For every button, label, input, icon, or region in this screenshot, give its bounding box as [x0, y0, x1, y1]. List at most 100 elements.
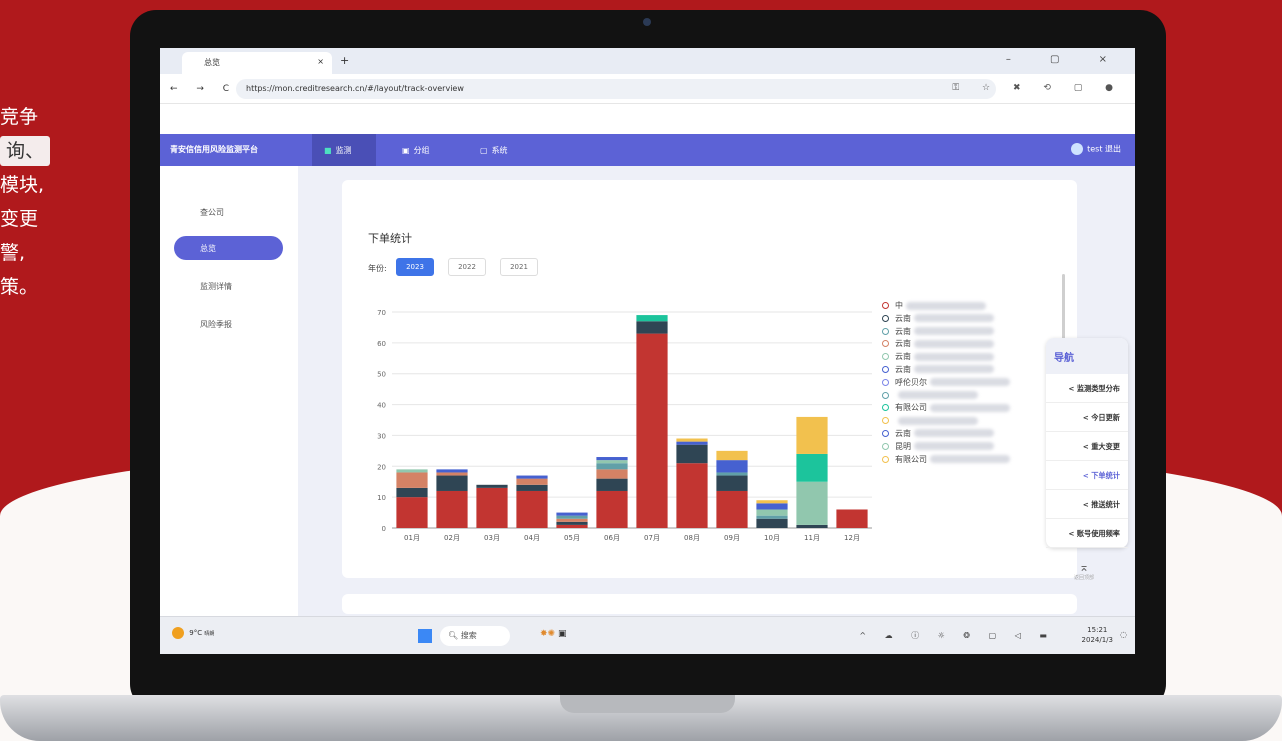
guide-panel: 导航 < 监测类型分布 < 今日更新 < 重大变更 < 下单统计 < 推送统计 … [1046, 338, 1128, 548]
redacted-text [914, 327, 994, 336]
y-tick-label: 30 [377, 432, 386, 440]
nav-system[interactable]: ▢ 系统 [468, 134, 520, 166]
browser-tab[interactable]: 总览 × [182, 52, 332, 74]
bar-segment [836, 509, 868, 528]
bar-segment [436, 472, 468, 476]
legend-item[interactable]: 有限公司 [882, 454, 1010, 467]
back-to-top-button[interactable]: ⌅ 返回顶部 [1064, 560, 1104, 581]
legend-circle-icon [882, 340, 889, 348]
y-tick-label: 40 [377, 402, 386, 410]
legend-label: 云南 [895, 352, 911, 362]
redacted-text [914, 339, 994, 348]
legend-item[interactable]: 中 [882, 300, 1010, 313]
bar-segment [716, 450, 748, 461]
app-brand: 青安信信用风险监测平台 [170, 145, 258, 154]
taskbar-clock[interactable]: 15:21 2024/1/3 [1082, 625, 1113, 645]
x-tick-label: 11月 [804, 534, 820, 542]
legend-label: 有限公司 [895, 454, 927, 464]
legend-item[interactable]: 云南 [882, 338, 1010, 351]
guide-link-today-updates[interactable]: < 今日更新 [1046, 403, 1128, 432]
bar-segment [556, 521, 588, 525]
screen: 总览 × + – ▢ × ← → C https://mon.creditres… [160, 48, 1135, 654]
year-2022-button[interactable]: 2022 [448, 258, 486, 276]
legend-circle-icon [882, 314, 889, 322]
bar-segment [516, 484, 548, 491]
url-field[interactable]: https://mon.creditresearch.cn/#/layout/t… [236, 79, 996, 99]
weather-icon [172, 627, 184, 639]
bar-segment [676, 444, 708, 464]
weather-widget[interactable]: 9°C 晴朗 [172, 627, 214, 639]
legend-item[interactable]: 昆明 [882, 441, 1010, 454]
taskbar-search[interactable]: 🔍︎ 搜索 [440, 626, 510, 646]
redacted-text [914, 429, 994, 438]
bar-segment [716, 472, 748, 476]
legend-item[interactable]: 云南 [882, 364, 1010, 377]
taskbar: 9°C 晴朗 🔍︎ 搜索 ✸✺ ▣ ^ ☁ ⓘ ☼ ❂ ▢ ◁ ▬ 15:21 … [160, 616, 1135, 654]
sidebar: 查公司 总览 监测详情 风险季报 [160, 166, 298, 616]
app-icon: ▣ [557, 629, 567, 639]
user-menu[interactable]: test 退出 [1071, 143, 1121, 155]
redacted-text [906, 301, 986, 310]
legend-item[interactable]: 云南 [882, 326, 1010, 339]
temperature: 9°C [189, 629, 203, 637]
guide-link-major-changes[interactable]: < 重大变更 [1046, 432, 1128, 461]
notification-bell-icon[interactable]: ◌ [1120, 630, 1127, 639]
next-card [342, 594, 1077, 614]
legend-label: 呼伦贝尔 [895, 377, 927, 387]
chart-legend: 中云南 云南 云南 云南 云南 呼伦贝尔 有限公司 云南 昆明 有限公司 [882, 300, 1010, 466]
guide-link-account-usage[interactable]: < 账号使用频率 [1046, 519, 1128, 548]
taskbar-apps[interactable]: ✸✺ ▣ [540, 629, 566, 639]
guide-link-monitor-type[interactable]: < 监测类型分布 [1046, 374, 1128, 403]
promo-line-highlight: 询、 [0, 136, 51, 166]
year-2021-button[interactable]: 2021 [500, 258, 538, 276]
sidebar-item-monitor-detail[interactable]: 监测详情 [174, 274, 283, 298]
bar-segment [756, 503, 788, 510]
sidebar-item-search-company[interactable]: 查公司 [174, 200, 283, 224]
bar-segment [796, 453, 828, 482]
nav-group[interactable]: ▣ 分组 [390, 134, 442, 166]
guide-link-order-stats[interactable]: < 下单统计 [1046, 461, 1128, 490]
legend-item[interactable]: 云南 [882, 428, 1010, 441]
search-placeholder: 搜索 [460, 631, 477, 640]
bar-segment [796, 524, 828, 528]
clock-time: 15:21 [1087, 626, 1108, 634]
windows-start-icon[interactable] [418, 629, 432, 643]
redacted-text [914, 442, 994, 451]
bar-segment [556, 512, 588, 516]
tab-close-icon[interactable]: × [317, 57, 324, 66]
bar-segment [556, 524, 588, 528]
redacted-text [930, 403, 1010, 412]
window-controls[interactable]: – ▢ × [1006, 54, 1125, 65]
bar-segment [596, 478, 628, 491]
legend-item[interactable] [882, 415, 1010, 428]
tab-title: 总览 [204, 58, 220, 67]
bar-segment [676, 441, 708, 445]
address-bar-row: ← → C https://mon.creditresearch.cn/#/la… [160, 74, 1135, 104]
legend-item[interactable]: 呼伦贝尔 [882, 377, 1010, 390]
nav-monitor[interactable]: ■ 监测 [312, 134, 376, 166]
toolbar-icons[interactable]: ⚿ ☆ ✖ ⟲ ▢ ● [952, 83, 1123, 93]
legend-item[interactable]: 云南 [882, 351, 1010, 364]
legend-circle-icon [882, 353, 889, 361]
x-tick-label: 05月 [564, 534, 580, 542]
sidebar-item-overview[interactable]: 总览 [174, 236, 283, 260]
legend-label: 云南 [895, 428, 911, 438]
redacted-text [914, 365, 994, 374]
nav-buttons[interactable]: ← → C [170, 84, 237, 94]
system-tray[interactable]: ^ ☁ ⓘ ☼ ❂ ▢ ◁ ▬ [859, 630, 1055, 641]
legend-item[interactable]: 有限公司 [882, 402, 1010, 415]
guide-link-push-stats[interactable]: < 推送统计 [1046, 490, 1128, 519]
x-tick-label: 01月 [404, 534, 420, 542]
order-stats-card: 下单统计 年份: 2023 2022 2021 0 10 20 30 40 50 60 70 0… [342, 180, 1077, 578]
year-2023-button[interactable]: 2023 [396, 258, 434, 276]
bar-segment [476, 487, 508, 528]
legend-item[interactable]: 云南 [882, 313, 1010, 326]
new-tab-button[interactable]: + [340, 54, 349, 67]
bar-segment [716, 475, 748, 491]
redacted-text [930, 455, 1010, 464]
back-to-top-icon: ⌅ [1078, 560, 1090, 574]
legend-circle-icon [882, 417, 889, 425]
legend-item[interactable] [882, 390, 1010, 403]
sidebar-item-risk-report[interactable]: 风险季报 [174, 312, 283, 336]
legend-scrollbar[interactable] [1062, 274, 1065, 344]
